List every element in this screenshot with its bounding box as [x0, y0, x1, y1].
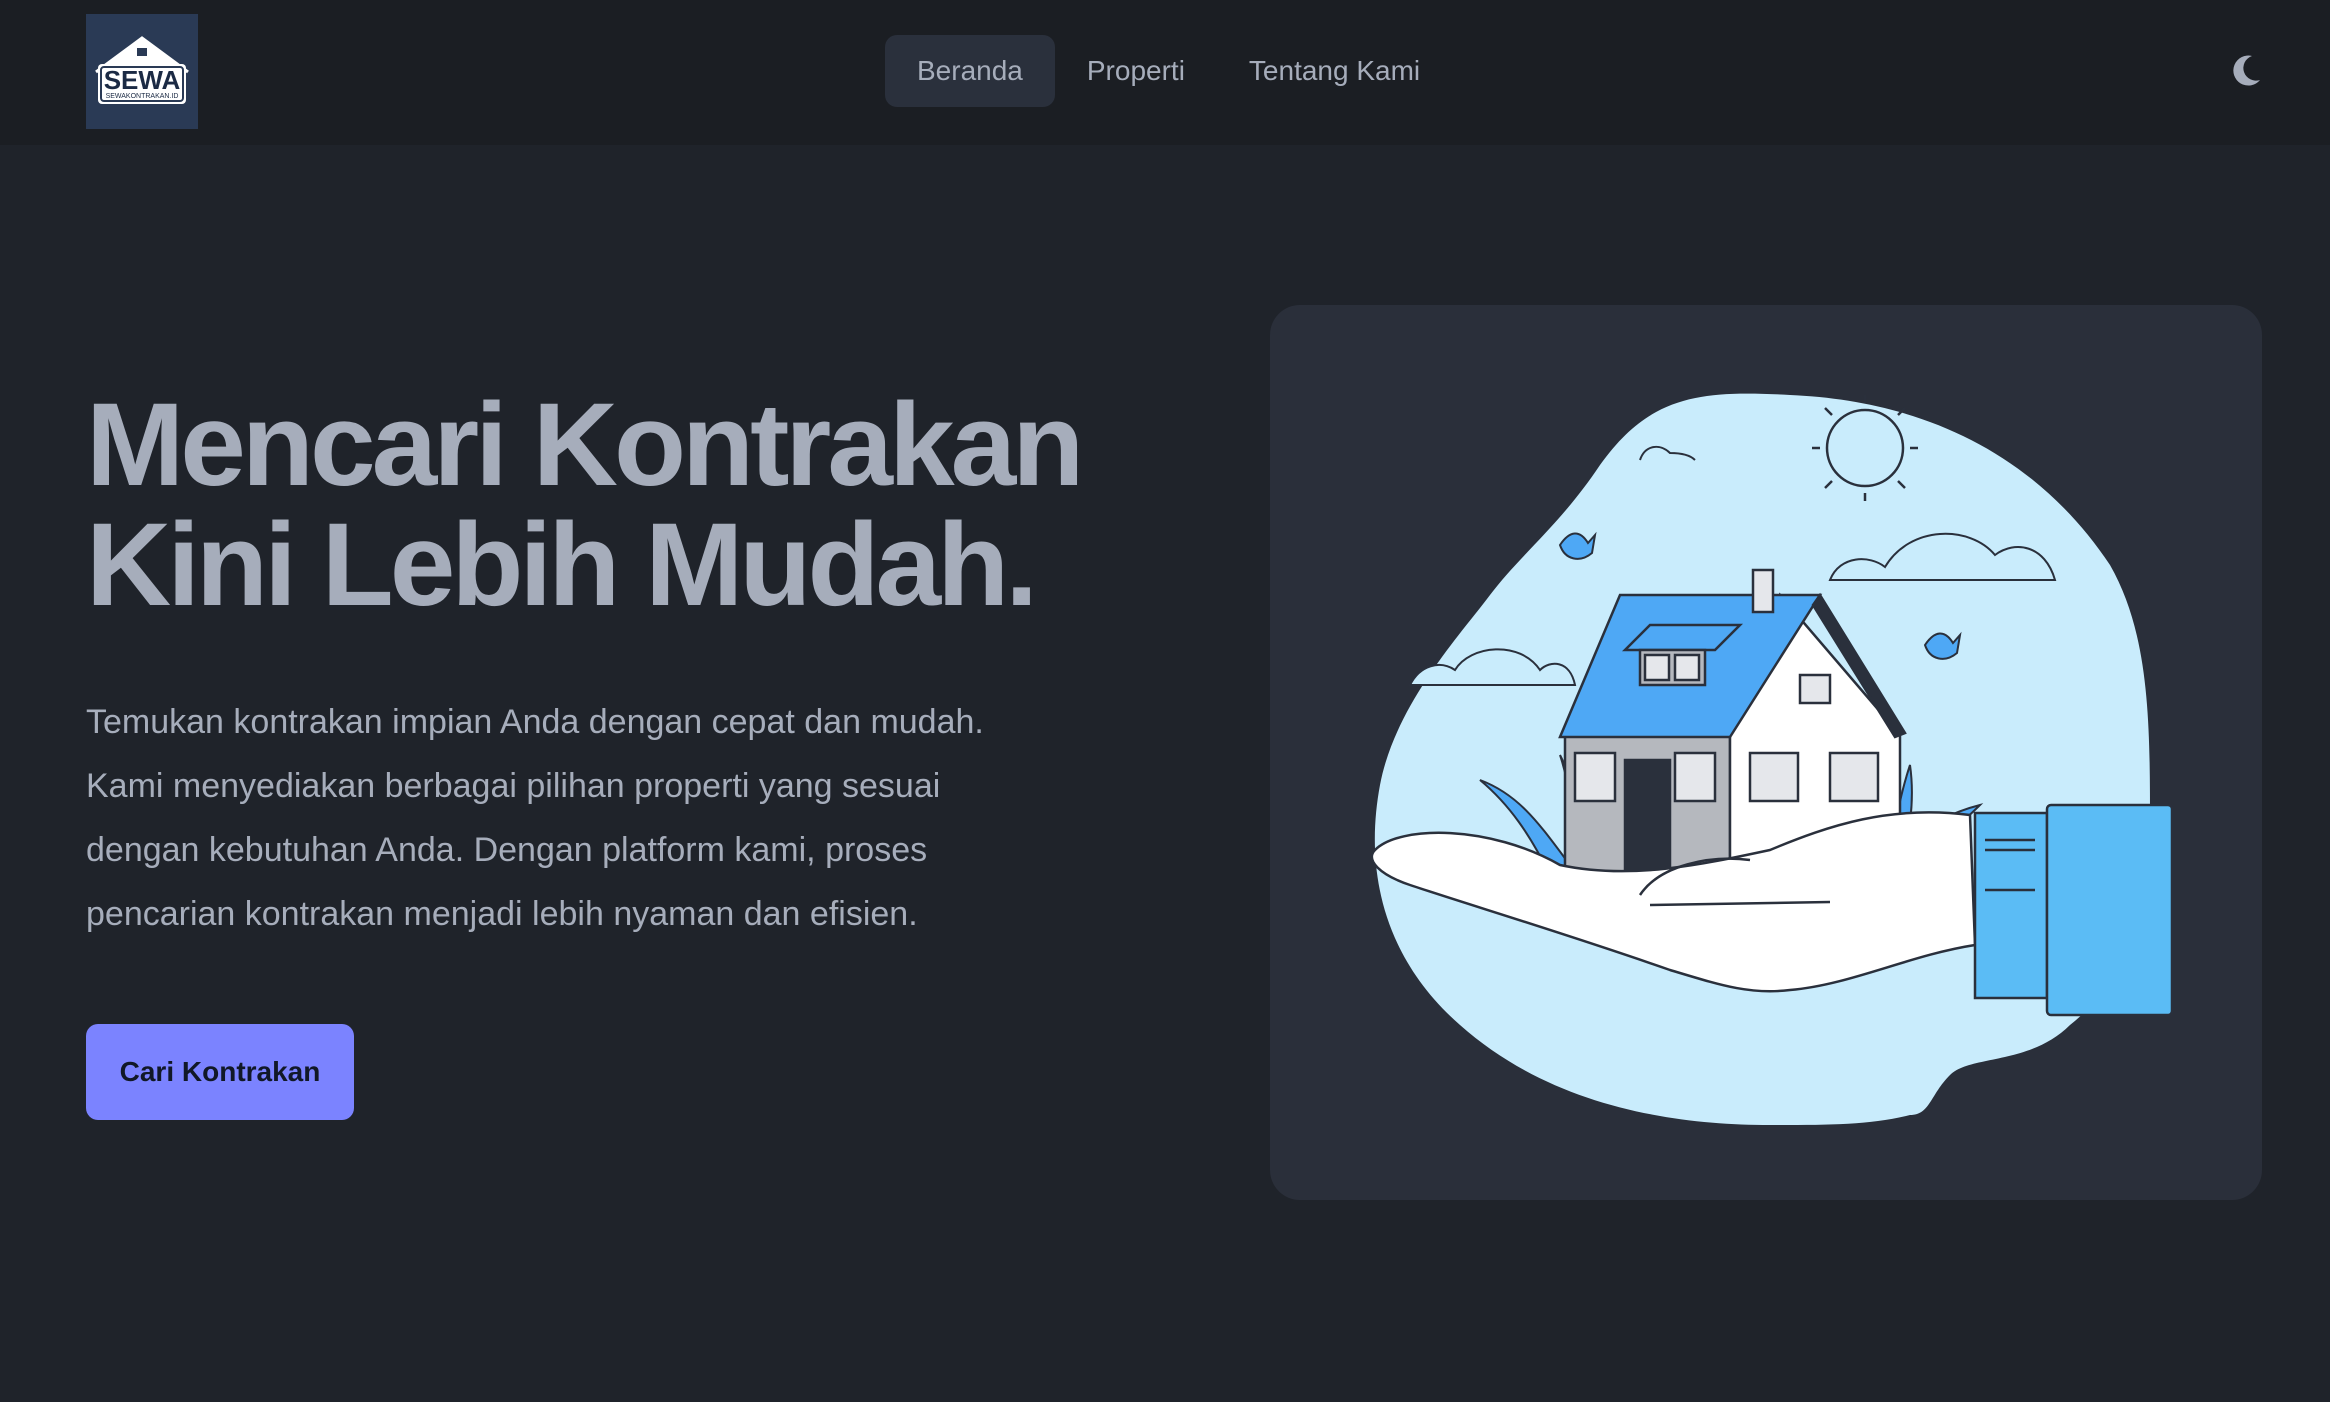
nav-link-properti[interactable]: Properti — [1055, 35, 1217, 107]
hero-description-line-1: Temukan kontrakan impian Anda dengan cep… — [86, 703, 984, 741]
logo-house-icon: SEWA SEWAKONTRAKAN.ID — [86, 14, 198, 129]
hero-description-line-3: dengan kebutuhan Anda. Dengan platform k… — [86, 831, 928, 869]
moon-icon — [2233, 55, 2260, 86]
main-nav: Beranda Properti Tentang Kami — [885, 35, 1452, 107]
hero-illustration-card — [1270, 305, 2262, 1200]
logo-subtext: SEWAKONTRAKAN.ID — [106, 93, 179, 100]
nav-link-tentang-kami[interactable]: Tentang Kami — [1217, 35, 1452, 107]
theme-toggle-button[interactable] — [2226, 50, 2266, 90]
site-logo[interactable]: SEWA SEWAKONTRAKAN.ID — [86, 14, 198, 129]
house-in-hand-illustration — [1370, 393, 2174, 1125]
hero-description-line-2: Kami menyediakan berbagai pilihan proper… — [86, 767, 941, 805]
hero-title-line-1: Mencari Kontrakan — [86, 379, 1084, 511]
hero-description-line-4: pencarian kontrakan menjadi lebih nyaman… — [86, 895, 918, 933]
cari-kontrakan-button[interactable]: Cari Kontrakan — [86, 1024, 354, 1120]
nav-link-beranda[interactable]: Beranda — [885, 35, 1055, 107]
hero-title-line-2: Kini Lebih Mudah. — [86, 499, 1038, 631]
hero-description: Temukan kontrakan impian Anda dengan cep… — [86, 690, 1106, 946]
navbar: SEWA SEWAKONTRAKAN.ID Beranda Properti T… — [0, 0, 2330, 145]
logo-text: SEWA — [104, 65, 181, 95]
hero-title: Mencari Kontrakan Kini Lebih Mudah. — [86, 385, 1236, 625]
